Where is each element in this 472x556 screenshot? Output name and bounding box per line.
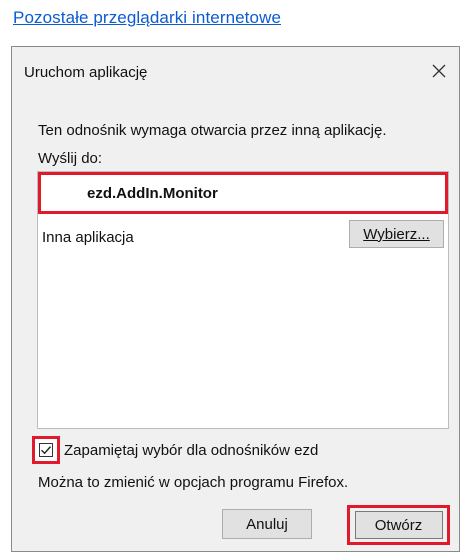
remember-checkbox-highlight (32, 436, 60, 464)
open-button-highlight: Otwórz (347, 505, 450, 545)
checkmark-icon (41, 446, 52, 455)
send-to-label: Wyślij do: (38, 150, 103, 167)
application-list[interactable]: ezd.AddIn.Monitor Inna aplikacja Wybierz… (37, 171, 449, 429)
cancel-button[interactable]: Anuluj (222, 509, 312, 539)
launch-application-dialog: Uruchom aplikację Ten odnośnik wymaga ot… (11, 46, 460, 552)
open-button[interactable]: Otwórz (354, 511, 443, 539)
close-button[interactable] (425, 57, 453, 85)
remember-checkbox[interactable] (39, 443, 53, 457)
close-icon (432, 64, 446, 78)
settings-hint: Można to zmienić w opcjach programu Fire… (38, 474, 349, 491)
other-browsers-link[interactable]: Pozostałe przeglądarki internetowe (13, 8, 281, 28)
dialog-title: Uruchom aplikację (24, 64, 148, 81)
app-item-ezd-addin-monitor[interactable]: ezd.AddIn.Monitor (38, 172, 448, 214)
app-item-label: Inna aplikacja (42, 228, 134, 246)
app-item-label: ezd.AddIn.Monitor (87, 184, 218, 202)
remember-choice-label: Zapamiętaj wybór dla odnośników ezd (64, 441, 319, 459)
remember-choice-row[interactable]: Zapamiętaj wybór dla odnośników ezd (32, 436, 318, 464)
dialog-message: Ten odnośnik wymaga otwarcia przez inną … (38, 122, 387, 139)
app-item-other-application[interactable]: Inna aplikacja Wybierz... (38, 214, 448, 260)
choose-button[interactable]: Wybierz... (349, 220, 444, 248)
